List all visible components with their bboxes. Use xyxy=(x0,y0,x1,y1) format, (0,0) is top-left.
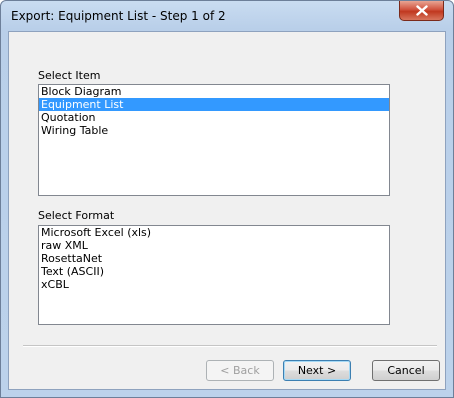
close-button[interactable] xyxy=(399,1,444,21)
select-item-listbox[interactable]: Block Diagram Equipment List Quotation W… xyxy=(38,84,390,196)
select-format-label: Select Format xyxy=(38,209,115,222)
list-item-excel[interactable]: Microsoft Excel (xls) xyxy=(39,226,389,239)
list-item-quotation[interactable]: Quotation xyxy=(39,111,389,124)
list-item-text-ascii[interactable]: Text (ASCII) xyxy=(39,265,389,278)
list-item-wiring-table[interactable]: Wiring Table xyxy=(39,124,389,137)
title-bar[interactable]: Export: Equipment List - Step 1 of 2 xyxy=(1,1,453,31)
close-icon xyxy=(416,5,428,16)
select-format-listbox[interactable]: Microsoft Excel (xls) raw XML RosettaNet… xyxy=(38,225,390,325)
select-item-label: Select Item xyxy=(38,69,101,82)
list-item-block-diagram[interactable]: Block Diagram xyxy=(39,85,389,98)
footer-separator xyxy=(23,345,437,347)
window-title: Export: Equipment List - Step 1 of 2 xyxy=(11,9,226,23)
next-button[interactable]: Next > xyxy=(283,360,351,381)
back-button[interactable]: < Back xyxy=(206,360,274,381)
list-item-equipment-list[interactable]: Equipment List xyxy=(39,98,389,111)
dialog-body: Select Item Block Diagram Equipment List… xyxy=(8,31,446,390)
list-item-rosettanet[interactable]: RosettaNet xyxy=(39,252,389,265)
list-item-xcbl[interactable]: xCBL xyxy=(39,278,389,291)
list-item-raw-xml[interactable]: raw XML xyxy=(39,239,389,252)
cancel-button[interactable]: Cancel xyxy=(372,360,440,381)
dialog-window: Export: Equipment List - Step 1 of 2 Sel… xyxy=(0,0,454,398)
